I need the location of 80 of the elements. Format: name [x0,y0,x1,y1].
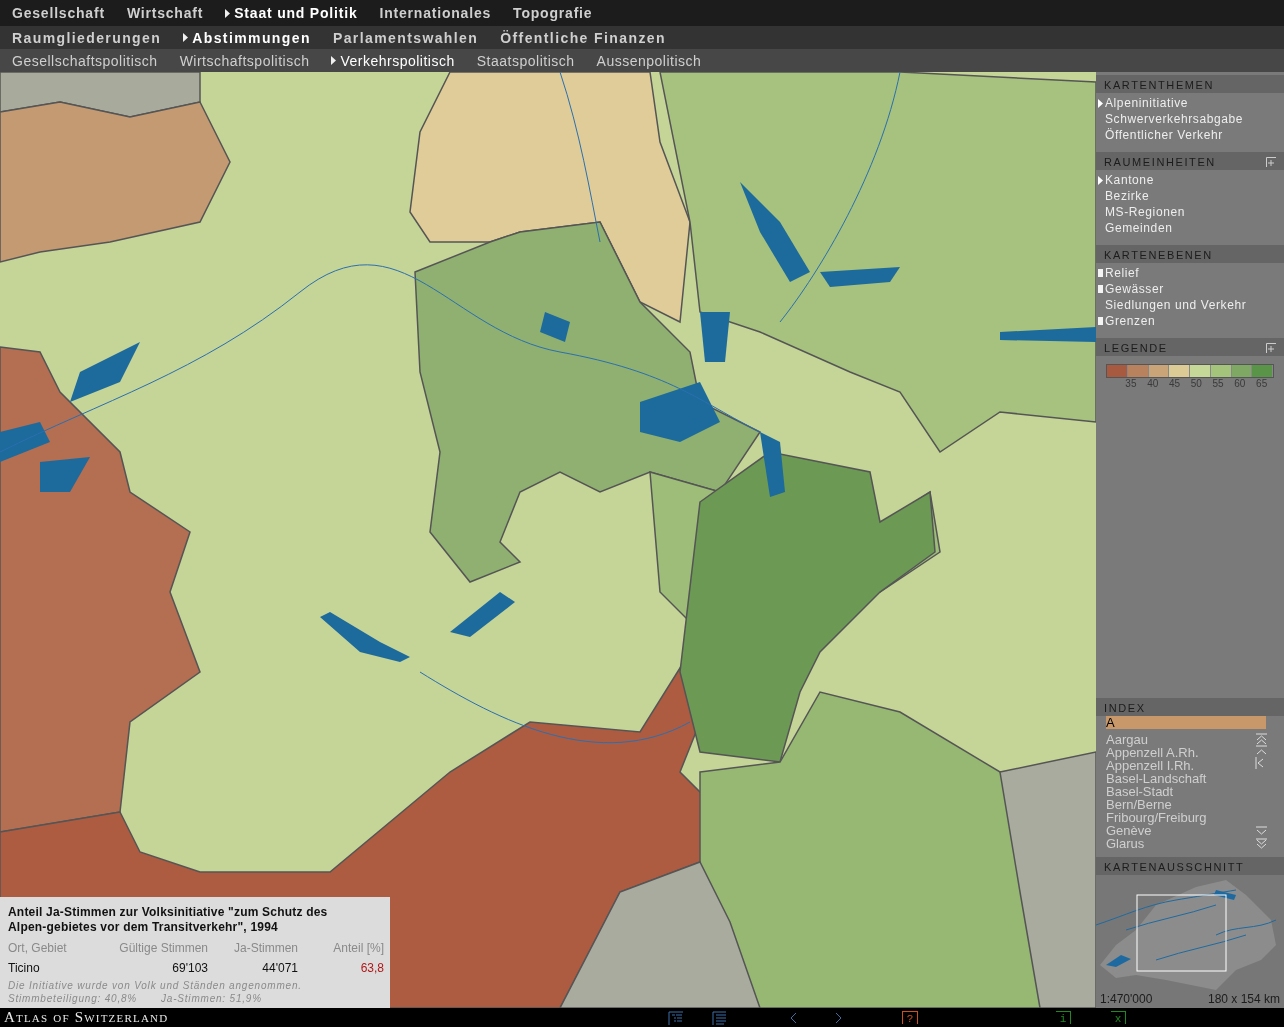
triangle-icon [225,8,231,18]
table-cell-text: Ticino [8,961,41,975]
sidebar-item[interactable]: Relief [1096,265,1284,281]
sidebar-item[interactable]: Bezirke [1096,188,1284,204]
table-cell-text: 69'103 [171,961,208,975]
index-item[interactable]: Aargau [1106,733,1253,746]
triangle-icon [1098,98,1103,108]
menu-item[interactable]: Staatspolitisch [476,52,575,69]
index-item[interactable]: Basel-Stadt [1106,785,1253,798]
index-item[interactable]: Genève [1106,824,1253,837]
info-button[interactable]: i [1056,1011,1071,1024]
double-chevron-down-icon[interactable] [1255,838,1268,850]
section-header: KARTENTHEMEN [1096,75,1284,93]
menu-item[interactable]: Gesellschaft [12,5,105,21]
sidebar-item[interactable]: Schwerverkehrsabgabe [1096,111,1284,127]
scale-label: 60 [1233,378,1247,389]
scale-label: 50 [1189,378,1203,389]
index-item[interactable]: Appenzell I.Rh. [1106,759,1253,772]
menu-item[interactable]: Topografie [513,5,593,21]
expand-icon[interactable] [1266,343,1276,353]
table-cell-text: 44'071 [261,961,298,975]
menu-item[interactable]: Öffentliche Finanzen [500,29,666,46]
search-field[interactable]: A [1106,716,1266,729]
double-chevron-up-icon[interactable] [1255,733,1268,745]
menu-item[interactable]: Internationales [379,5,492,21]
menu-item[interactable]: Aussenpolitisch [596,52,702,69]
index-item[interactable]: Fribourg/Freiburg [1106,811,1253,824]
help-button[interactable]: ? [902,1011,918,1024]
menu-item[interactable]: Gesellschaftspolitisch [12,52,158,69]
section-header: INDEX [1096,698,1284,716]
menu-item[interactable]: Wirtschaftspolitisch [179,52,310,69]
sidebar-item[interactable]: Alpeninitiative [1096,95,1284,111]
section-header: KARTENEBENEN [1096,245,1284,263]
sidebar-item[interactable]: Siedlungen und Verkehr [1096,297,1284,313]
section-header: KARTENAUSSCHNITT [1096,857,1284,875]
scale-label: 40 [1146,378,1160,389]
column-header: Gültige Stimmen [118,941,208,955]
map-extent: 180 x 154 km [1207,992,1280,1006]
sidebar-item[interactable]: Gemeinden [1096,220,1284,236]
column-header: Ort, Gebiet [8,941,68,955]
sidebar-item[interactable]: Öffentlicher Verkehr [1096,127,1284,143]
chevron-up-icon[interactable] [1255,745,1268,757]
info-note: Ja-Stimmen: 51,9% [161,992,262,1005]
section-header: LEGENDE [1096,338,1284,356]
sidebar-item[interactable]: MS-Regionen [1096,204,1284,220]
menu-item[interactable]: Wirtschaft [126,5,204,21]
document-icon[interactable] [712,1010,728,1025]
index-item[interactable]: Bern/Berne [1106,798,1253,811]
info-title: Anteil Ja-Stimmen zur Volksinitiative "zum Schutz des Alpen-gebietes vor dem Transitverkehr", 1994 [8,905,329,935]
triangle-icon [183,33,189,42]
sidebar-item[interactable]: Kantone [1096,172,1284,188]
menu-item[interactable]: Staat und Politik [225,5,358,21]
scale-label: 45 [1167,378,1182,389]
info-note: Stimmbeteiligung: 40,8% [8,992,137,1005]
index-item[interactable]: Basel-Landschaft [1106,772,1253,785]
menu-item[interactable]: Verkehrspolitisch [331,52,455,69]
info-note: Die Initiative wurde von Volk und Ständen angenommen. [8,979,303,992]
index-item[interactable]: Glarus [1106,837,1253,850]
column-header: Ja-Stimmen [233,941,298,955]
index-item[interactable]: Appenzell A.Rh. [1106,746,1253,759]
sidebar-item[interactable]: Gewässer [1096,281,1284,297]
table-cell-text: 63,8 [359,961,384,975]
menu-item[interactable]: Parlamentswahlen [332,29,479,46]
sidebar-item[interactable]: Grenzen [1096,313,1284,329]
chevron-down-icon[interactable] [1255,826,1268,838]
column-header: Anteil [%] [332,941,384,955]
menu-item[interactable]: Raumgliederungen [12,29,162,46]
scale-label: 65 [1255,378,1269,389]
list-icon[interactable] [668,1010,684,1025]
triangle-icon [331,56,337,65]
scale-label: 55 [1211,378,1225,389]
close-button[interactable]: x [1111,1011,1126,1024]
app-logo: Atlas of Switzerland [3,1009,170,1026]
scale-label: 35 [1124,378,1138,389]
triangle-icon [1098,175,1103,185]
map-scale: 1:470'000 [1100,992,1153,1006]
section-header: RAUMEINHEITEN [1096,152,1284,170]
checkbox-mark [1098,317,1103,325]
menu-item[interactable]: Abstimmungen [183,29,311,46]
expand-icon[interactable] [1266,157,1276,167]
